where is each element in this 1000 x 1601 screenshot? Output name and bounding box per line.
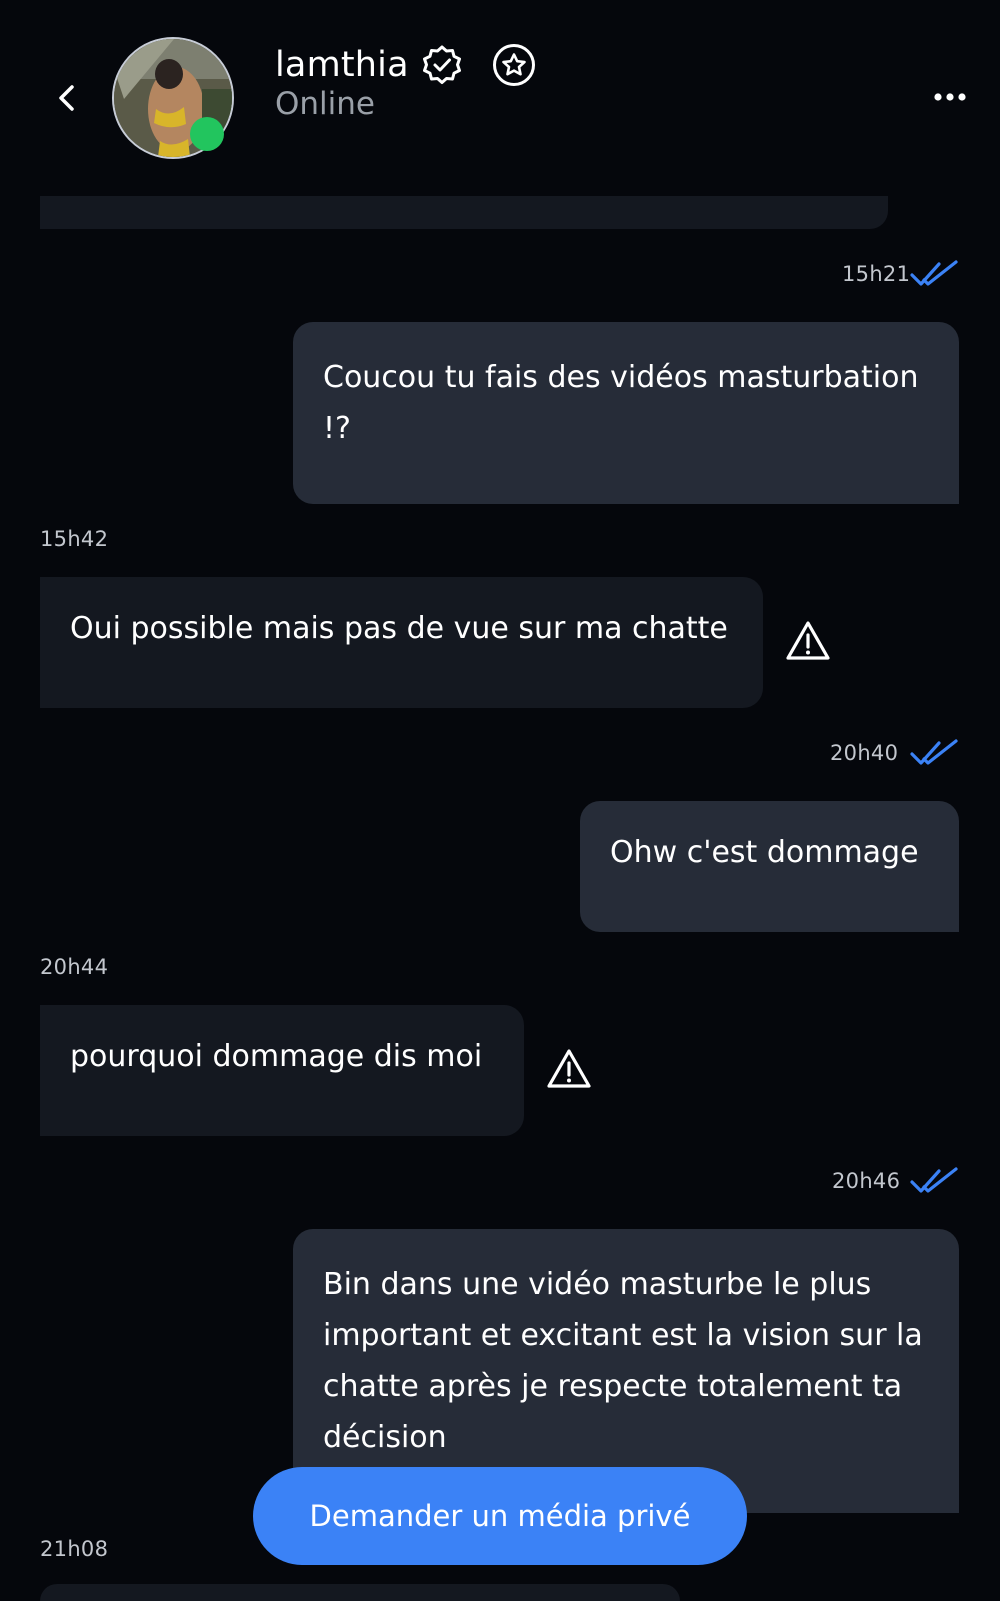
message-text: pourquoi dommage dis moi: [70, 1039, 483, 1074]
username[interactable]: lamthia: [275, 45, 409, 85]
incoming-message-bubble[interactable]: [40, 1584, 680, 1601]
double-check-read-icon: [910, 739, 958, 765]
message-timestamp: 20h44: [40, 955, 109, 979]
message-text: Coucou tu fais des vidéos masturbation !…: [323, 360, 919, 446]
online-status-dot: [190, 117, 224, 151]
outgoing-message-bubble[interactable]: Ohw c'est dommage: [580, 801, 959, 932]
chevron-left-icon: [59, 85, 74, 111]
message-text: Bin dans une vidéo masturbe le plus impo…: [323, 1267, 923, 1455]
outgoing-message-bubble[interactable]: Coucou tu fais des vidéos masturbation !…: [293, 322, 959, 504]
star-circle-icon[interactable]: [491, 42, 537, 88]
online-status-text: Online: [275, 86, 375, 122]
incoming-message-bubble[interactable]: Oui possible mais pas de vue sur ma chat…: [40, 577, 763, 708]
message-timestamp: 20h46: [832, 1169, 901, 1193]
avatar-container[interactable]: [112, 37, 234, 159]
incoming-message-bubble[interactable]: pourquoi dommage dis moi: [40, 1005, 524, 1136]
message-text: Oui possible mais pas de vue sur ma chat…: [70, 611, 728, 646]
verified-badge-icon: [422, 45, 461, 84]
name-row: lamthia: [275, 40, 537, 90]
chat-header: lamthia Online: [0, 0, 1000, 190]
request-private-media-button[interactable]: Demander un média privé: [253, 1467, 747, 1565]
double-check-read-icon: [910, 260, 958, 286]
message-timestamp: 21h08: [40, 1537, 109, 1561]
previous-message-bubble: [40, 196, 888, 229]
message-text: Ohw c'est dommage: [610, 835, 919, 870]
message-timestamp: 15h21: [842, 262, 911, 286]
message-timestamp: 15h42: [40, 527, 109, 551]
message-timestamp: 20h40: [830, 741, 899, 765]
warning-icon[interactable]: [785, 620, 831, 662]
back-button[interactable]: [48, 78, 88, 118]
more-options-button[interactable]: [930, 82, 970, 112]
more-horizontal-icon: [934, 93, 966, 101]
double-check-read-icon: [910, 1167, 958, 1193]
warning-icon[interactable]: [546, 1048, 592, 1090]
